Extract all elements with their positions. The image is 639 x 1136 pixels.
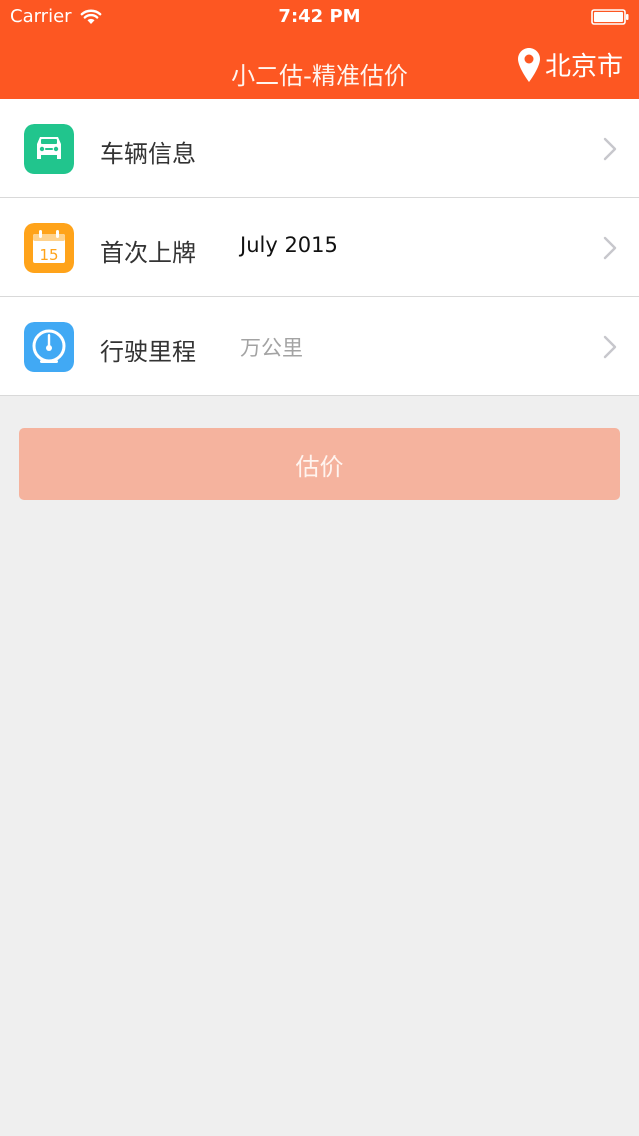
mileage-row[interactable]: 行驶里程 万公里 xyxy=(0,297,639,396)
mileage-label: 行驶里程 xyxy=(100,338,196,366)
car-icon xyxy=(24,124,74,174)
form-list: 车辆信息 15 首次上牌 July 2015 行驶里程 万公里 xyxy=(0,99,639,396)
first-registration-row[interactable]: 15 首次上牌 July 2015 xyxy=(0,198,639,297)
location-pin-icon xyxy=(517,47,540,82)
status-time: 7:42 PM xyxy=(278,6,361,27)
battery-icon xyxy=(591,9,629,25)
city-selector[interactable]: 北京市 xyxy=(517,46,623,83)
chevron-right-icon xyxy=(603,335,617,359)
first-registration-label: 首次上牌 xyxy=(100,239,196,267)
calendar-icon: 15 xyxy=(24,223,74,273)
estimate-button[interactable]: 估价 xyxy=(19,428,620,500)
chevron-right-icon xyxy=(603,236,617,260)
speedometer-icon xyxy=(24,322,74,372)
vehicle-info-row[interactable]: 车辆信息 xyxy=(0,99,639,198)
vehicle-info-label: 车辆信息 xyxy=(100,140,196,168)
chevron-right-icon xyxy=(603,137,617,161)
city-name: 北京市 xyxy=(544,52,623,82)
status-bar: Carrier 7:42 PM xyxy=(0,0,639,34)
header: Carrier 7:42 PM 小二估-精准估价 北京市 xyxy=(0,0,639,99)
mileage-input[interactable]: 万公里 xyxy=(240,332,303,362)
calendar-day-number: 15 xyxy=(39,246,58,264)
first-registration-value: July 2015 xyxy=(240,233,338,257)
